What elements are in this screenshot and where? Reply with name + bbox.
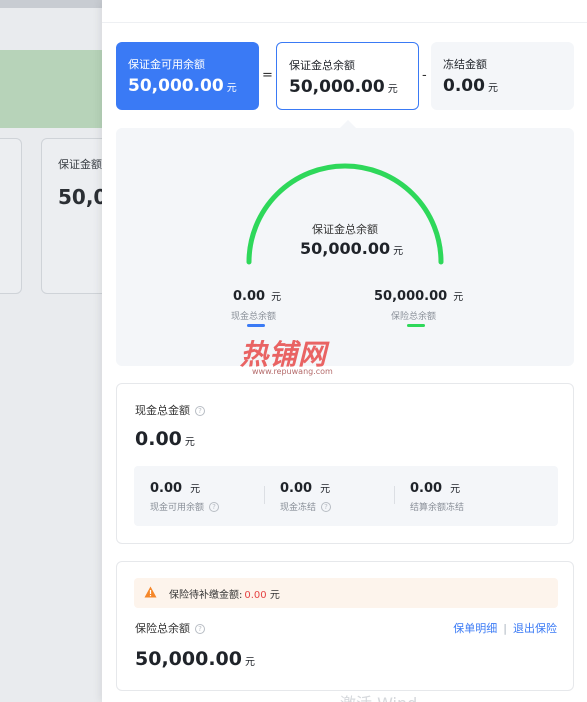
background-page: 保证金额 50,0 bbox=[0, 0, 102, 702]
gauge-pointer-notch bbox=[340, 120, 356, 128]
cash-total-card: 现金总金额? 0.00 元 0.00 元 现金可用余额? 0.00 元 现金冻结? 0… bbox=[116, 383, 574, 544]
cash-available-value: 0.00 元 bbox=[150, 481, 201, 496]
exit-insurance-link[interactable]: 退出保险 bbox=[513, 622, 557, 635]
warning-icon bbox=[144, 586, 157, 598]
background-card-label: 保证金额 bbox=[58, 158, 102, 171]
deposit-drawer: 保证金可用余额 50,000.00 元 = 保证金总余额 50,000.00 元 -… bbox=[102, 0, 587, 702]
total-balance-label: 保证金总余额 bbox=[289, 59, 355, 72]
cash-card-value: 0.00 元 bbox=[135, 428, 195, 450]
help-icon[interactable]: ? bbox=[195, 406, 205, 416]
insurance-due-text: 保险待补缴金额: 0.00 元 bbox=[169, 590, 280, 601]
cash-card-title: 现金总金额? bbox=[135, 402, 205, 418]
gauge-panel: 保证金总余额 50,000.00 元 0.00 元 现金总余额 50,000.00 元… bbox=[116, 128, 574, 366]
help-icon[interactable]: ? bbox=[209, 502, 220, 512]
cash-frozen-item: 0.00 元 现金冻结? bbox=[280, 480, 332, 513]
insurance-card-title: 保险总余额? bbox=[135, 620, 205, 636]
cash-available-item: 0.00 元 现金可用余额? bbox=[150, 480, 220, 513]
insurance-total-card: 保险待补缴金额: 0.00 元 保险总余额? 保单明细 | 退出保险 50,000.0… bbox=[116, 561, 574, 691]
link-separator: | bbox=[503, 622, 507, 635]
policy-details-link[interactable]: 保单明细 bbox=[453, 622, 497, 635]
frozen-amount-label: 冻结金额 bbox=[443, 58, 487, 71]
cash-frozen-value: 0.00 元 bbox=[280, 481, 331, 496]
help-icon[interactable]: ? bbox=[321, 502, 332, 512]
insurance-total-label: 保险总余额 bbox=[391, 312, 437, 322]
gauge-value: 50,000.00 元 bbox=[300, 239, 404, 258]
cash-total-label: 现金总余额 bbox=[231, 312, 277, 322]
total-balance-value: 50,000.00 元 bbox=[289, 77, 398, 97]
background-card-value: 50,0 bbox=[58, 185, 102, 209]
settlement-frozen-item: 0.00 元 结算余额冻结 bbox=[410, 480, 464, 513]
total-balance-box: 保证金总余额 50,000.00 元 bbox=[276, 42, 419, 110]
frozen-amount-box: 冻结金额 0.00 元 bbox=[431, 42, 574, 110]
background-card bbox=[0, 138, 22, 294]
gauge-title: 保证金总余额 bbox=[312, 223, 378, 236]
settlement-frozen-value: 0.00 元 bbox=[410, 481, 461, 496]
cash-frozen-label: 现金冻结? bbox=[280, 500, 332, 513]
insurance-due-amount: 0.00 bbox=[244, 590, 267, 601]
help-icon[interactable]: ? bbox=[195, 624, 205, 634]
available-balance-value: 50,000.00 元 bbox=[128, 76, 237, 96]
footer-watermark-text: 激活 Wind bbox=[340, 690, 417, 702]
breakdown-divider bbox=[264, 486, 265, 504]
frozen-amount-value: 0.00 元 bbox=[443, 76, 498, 96]
drawer-header-divider bbox=[102, 22, 587, 23]
cash-breakdown-panel: 0.00 元 现金可用余额? 0.00 元 现金冻结? 0.00 元 结算余额冻结 bbox=[134, 466, 558, 526]
settlement-frozen-label: 结算余额冻结 bbox=[410, 503, 465, 513]
watermark-url: www.repuwang.com bbox=[252, 367, 333, 376]
available-balance-label: 保证金可用余额 bbox=[128, 58, 205, 71]
minus-sign: - bbox=[422, 68, 427, 83]
breakdown-divider bbox=[394, 486, 395, 504]
insurance-card-value: 50,000.00 元 bbox=[135, 648, 255, 670]
watermark-logo: 热铺网 www.repuwang.com bbox=[240, 333, 333, 376]
background-topbar bbox=[0, 0, 102, 8]
background-banner bbox=[0, 50, 102, 128]
equals-sign: = bbox=[262, 68, 273, 83]
insurance-legend-bar bbox=[407, 324, 425, 327]
insurance-due-alert: 保险待补缴金额: 0.00 元 bbox=[134, 578, 558, 608]
cash-legend-bar bbox=[247, 324, 265, 327]
available-balance-box: 保证金可用余额 50,000.00 元 bbox=[116, 42, 259, 110]
cash-available-label: 现金可用余额? bbox=[150, 500, 220, 513]
insurance-total-value: 50,000.00 元 bbox=[374, 289, 464, 304]
insurance-links: 保单明细 | 退出保险 bbox=[453, 620, 557, 636]
cash-total-value: 0.00 元 bbox=[233, 289, 282, 304]
